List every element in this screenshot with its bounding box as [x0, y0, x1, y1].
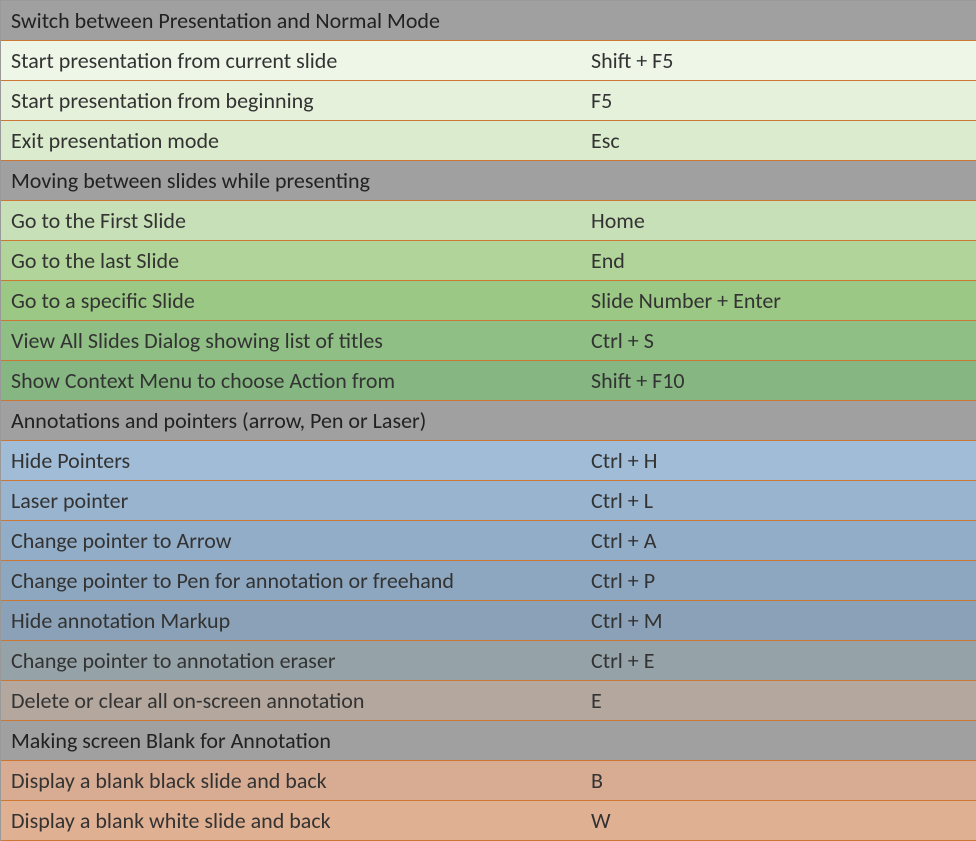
- key-cell: Shift + F5: [581, 47, 976, 74]
- action-cell: Laser pointer: [1, 487, 581, 514]
- key-cell: Ctrl + S: [581, 327, 976, 354]
- action-cell: Change pointer to annotation eraser: [1, 647, 581, 674]
- key-cell: W: [581, 807, 976, 834]
- action-cell: Delete or clear all on-screen annotation: [1, 687, 581, 714]
- key-cell: Home: [581, 207, 976, 234]
- table-row: Start presentation from current slide Sh…: [1, 41, 976, 81]
- action-cell: Display a blank black slide and back: [1, 767, 581, 794]
- key-cell: Esc: [581, 127, 976, 154]
- section-title: Moving between slides while presenting: [1, 167, 976, 194]
- action-cell: Hide Pointers: [1, 447, 581, 474]
- table-row: Go to the First Slide Home: [1, 201, 976, 241]
- section-title: Switch between Presentation and Normal M…: [1, 7, 976, 34]
- action-cell: Go to a specific Slide: [1, 287, 581, 314]
- key-cell: Ctrl + H: [581, 447, 976, 474]
- table-row: Exit presentation mode Esc: [1, 121, 976, 161]
- shortcuts-table: Switch between Presentation and Normal M…: [0, 0, 976, 841]
- key-cell: Shift + F10: [581, 367, 976, 394]
- action-cell: Go to the First Slide: [1, 207, 581, 234]
- section-header: Moving between slides while presenting: [1, 161, 976, 201]
- key-cell: Slide Number + Enter: [581, 287, 976, 314]
- table-row: Start presentation from beginning F5: [1, 81, 976, 121]
- table-row: Display a blank white slide and back W: [1, 801, 976, 841]
- table-row: Hide annotation Markup Ctrl + M: [1, 601, 976, 641]
- action-cell: Display a blank white slide and back: [1, 807, 581, 834]
- table-row: Display a blank black slide and back B: [1, 761, 976, 801]
- section-header: Switch between Presentation and Normal M…: [1, 1, 976, 41]
- key-cell: Ctrl + A: [581, 527, 976, 554]
- action-cell: Show Context Menu to choose Action from: [1, 367, 581, 394]
- key-cell: End: [581, 247, 976, 274]
- section-header: Annotations and pointers (arrow, Pen or …: [1, 401, 976, 441]
- table-row: View All Slides Dialog showing list of t…: [1, 321, 976, 361]
- action-cell: Start presentation from current slide: [1, 47, 581, 74]
- table-row: Delete or clear all on-screen annotation…: [1, 681, 976, 721]
- table-row: Change pointer to annotation eraser Ctrl…: [1, 641, 976, 681]
- key-cell: Ctrl + M: [581, 607, 976, 634]
- table-row: Change pointer to Pen for annotation or …: [1, 561, 976, 601]
- section-header: Making screen Blank for Annotation: [1, 721, 976, 761]
- action-cell: Go to the last Slide: [1, 247, 581, 274]
- section-title: Making screen Blank for Annotation: [1, 727, 976, 754]
- table-row: Go to a specific Slide Slide Number + En…: [1, 281, 976, 321]
- key-cell: Ctrl + E: [581, 647, 976, 674]
- key-cell: E: [581, 687, 976, 714]
- action-cell: Change pointer to Pen for annotation or …: [1, 567, 581, 594]
- section-title: Annotations and pointers (arrow, Pen or …: [1, 407, 976, 434]
- action-cell: Start presentation from beginning: [1, 87, 581, 114]
- table-row: Change pointer to Arrow Ctrl + A: [1, 521, 976, 561]
- action-cell: View All Slides Dialog showing list of t…: [1, 327, 581, 354]
- key-cell: B: [581, 767, 976, 794]
- key-cell: Ctrl + L: [581, 487, 976, 514]
- action-cell: Exit presentation mode: [1, 127, 581, 154]
- key-cell: F5: [581, 87, 976, 114]
- table-row: Go to the last Slide End: [1, 241, 976, 281]
- action-cell: Change pointer to Arrow: [1, 527, 581, 554]
- action-cell: Hide annotation Markup: [1, 607, 581, 634]
- table-row: Show Context Menu to choose Action from …: [1, 361, 976, 401]
- table-row: Hide Pointers Ctrl + H: [1, 441, 976, 481]
- table-row: Laser pointer Ctrl + L: [1, 481, 976, 521]
- key-cell: Ctrl + P: [581, 567, 976, 594]
